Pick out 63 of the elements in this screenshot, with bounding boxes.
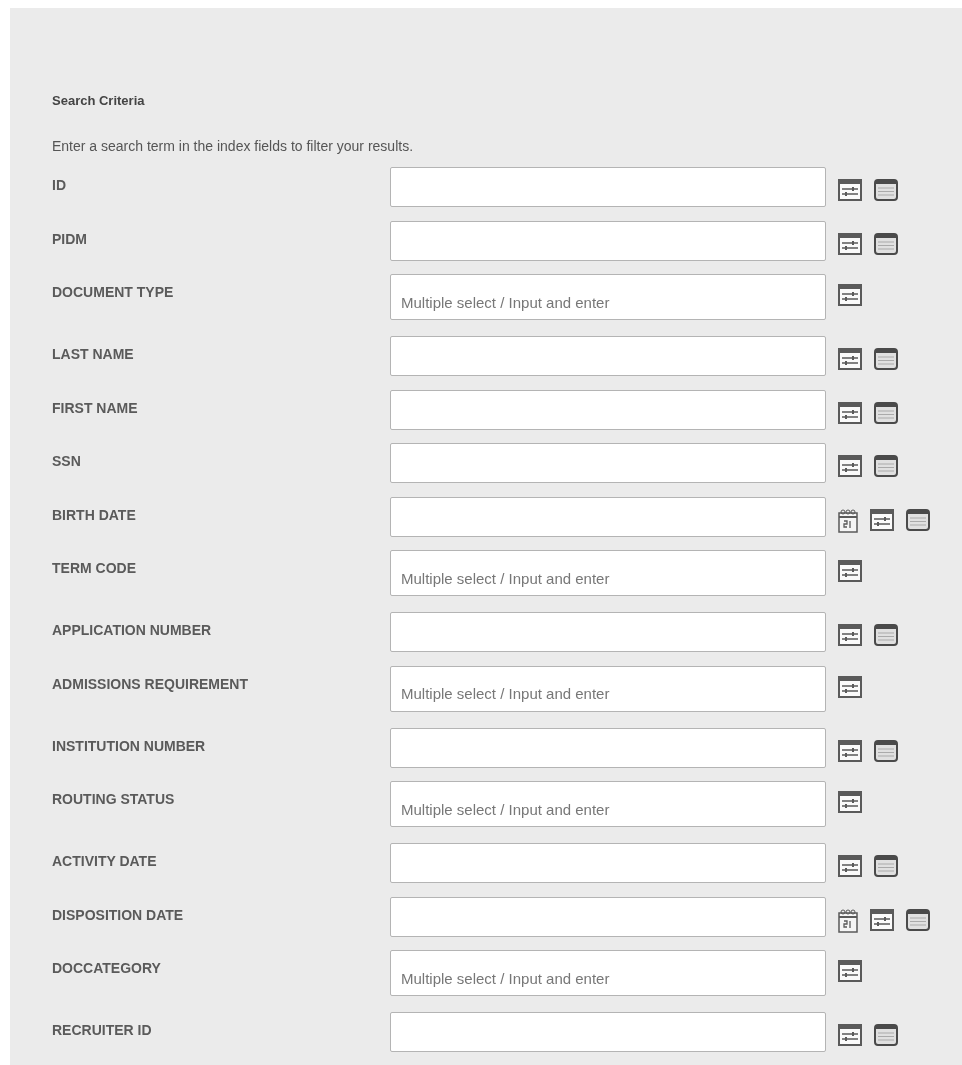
field-label: RECRUITER ID [52, 1021, 153, 1038]
field-label: SSN [52, 452, 82, 469]
field-label: INSTITUTION NUMBER [52, 736, 207, 754]
input-field[interactable] [390, 496, 826, 537]
multi-select-field[interactable]: Multiple select / Input and enter [390, 274, 826, 320]
filter-settings-icon[interactable] [838, 284, 862, 306]
list-icon[interactable] [874, 855, 898, 877]
instructions-text: Enter a search term in the index fields to filter your results. [52, 137, 415, 156]
input-field[interactable] [390, 220, 826, 261]
calendar-icon[interactable] [838, 908, 858, 933]
input-field[interactable] [390, 843, 826, 883]
field-label: BIRTH DATE [52, 505, 137, 523]
filter-settings-icon[interactable] [838, 675, 862, 698]
multi-select-field[interactable]: Multiple select / Input and enter [390, 950, 826, 996]
list-icon[interactable] [874, 455, 898, 477]
input-field[interactable] [390, 167, 826, 207]
field-label: ADMISSIONS REQUIREMENT [52, 674, 249, 692]
filter-settings-icon[interactable] [870, 508, 894, 531]
field-label: ACTIVITY DATE [52, 852, 158, 869]
field-label: DOCCATEGORY [52, 959, 162, 976]
filter-settings-icon[interactable] [838, 624, 862, 646]
filter-settings-icon[interactable] [838, 791, 862, 813]
input-field[interactable] [390, 896, 826, 937]
field-label: FIRST NAME [52, 398, 139, 416]
multi-select-field[interactable]: Multiple select / Input and enter [390, 665, 826, 712]
input-field[interactable] [390, 336, 826, 376]
field-label: DOCUMENT TYPE [52, 283, 175, 300]
list-icon[interactable] [874, 401, 898, 424]
filter-settings-icon[interactable] [838, 855, 862, 877]
input-field[interactable] [390, 389, 826, 430]
field-label: ROUTING STATUS [52, 790, 176, 807]
input-field[interactable] [390, 612, 826, 652]
filter-settings-icon[interactable] [838, 560, 862, 582]
field-label: ID [52, 176, 67, 193]
filter-settings-icon[interactable] [838, 232, 862, 255]
multi-select-field[interactable]: Multiple select / Input and enter [390, 550, 826, 596]
list-icon[interactable] [874, 179, 898, 201]
list-icon[interactable] [874, 348, 898, 370]
filter-settings-icon[interactable] [838, 455, 862, 477]
filter-settings-icon[interactable] [838, 1024, 862, 1046]
list-icon[interactable] [874, 232, 898, 255]
list-icon[interactable] [906, 508, 930, 531]
filter-settings-icon[interactable] [838, 179, 862, 201]
field-label: TERM CODE [52, 559, 137, 576]
filter-settings-icon[interactable] [838, 739, 862, 762]
multi-select-field[interactable]: Multiple select / Input and enter [390, 781, 826, 827]
field-label: LAST NAME [52, 345, 135, 362]
field-label: PIDM [52, 229, 88, 247]
filter-settings-icon[interactable] [838, 960, 862, 982]
list-icon[interactable] [906, 908, 930, 931]
field-label: APPLICATION NUMBER [52, 621, 213, 638]
list-icon[interactable] [874, 1024, 898, 1046]
input-field[interactable] [390, 443, 826, 483]
filter-settings-icon[interactable] [838, 348, 862, 370]
calendar-icon[interactable] [838, 508, 858, 533]
field-label: DISPOSITION DATE [52, 905, 185, 923]
input-field[interactable] [390, 1012, 826, 1052]
list-icon[interactable] [874, 624, 898, 646]
filter-settings-icon[interactable] [870, 908, 894, 931]
filter-settings-icon[interactable] [838, 401, 862, 424]
input-field[interactable] [390, 727, 826, 768]
list-icon[interactable] [874, 739, 898, 762]
section-title: Search Criteria [52, 92, 146, 110]
